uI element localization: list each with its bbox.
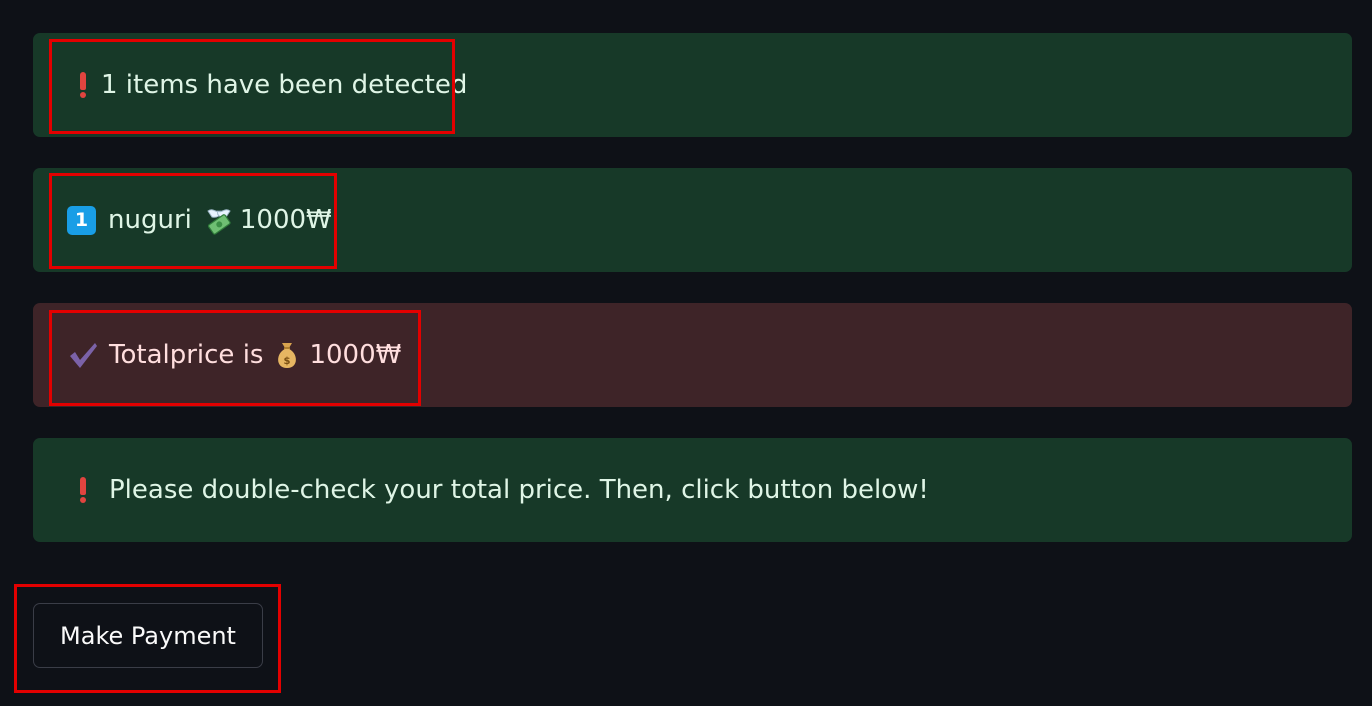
item-alert: 1 nuguri 1000₩	[33, 168, 1352, 272]
exclamation-icon	[79, 477, 87, 503]
check-mark-icon	[67, 339, 99, 371]
detected-items-alert: 1 items have been detected	[33, 33, 1352, 137]
double-check-notice-text: Please double-check your total price. Th…	[109, 475, 929, 505]
money-bag-icon: $	[273, 340, 301, 370]
total-price-label: Totalprice is	[109, 340, 264, 370]
double-check-notice-alert: Please double-check your total price. Th…	[33, 438, 1352, 542]
item-price: 1000₩	[239, 205, 332, 235]
exclamation-icon	[79, 72, 87, 98]
total-price-alert: Totalprice is $ 1000₩	[33, 303, 1352, 407]
money-with-wings-icon	[204, 205, 234, 235]
make-payment-button[interactable]: Make Payment	[33, 603, 263, 668]
payment-page: 1 items have been detected 1 nuguri 1000…	[0, 0, 1372, 706]
svg-text:$: $	[284, 356, 291, 367]
total-price-value: 1000₩	[309, 340, 402, 370]
keycap-one-icon: 1	[67, 205, 96, 235]
detected-items-text: 1 items have been detected	[101, 70, 468, 100]
item-name: nuguri	[108, 205, 192, 235]
